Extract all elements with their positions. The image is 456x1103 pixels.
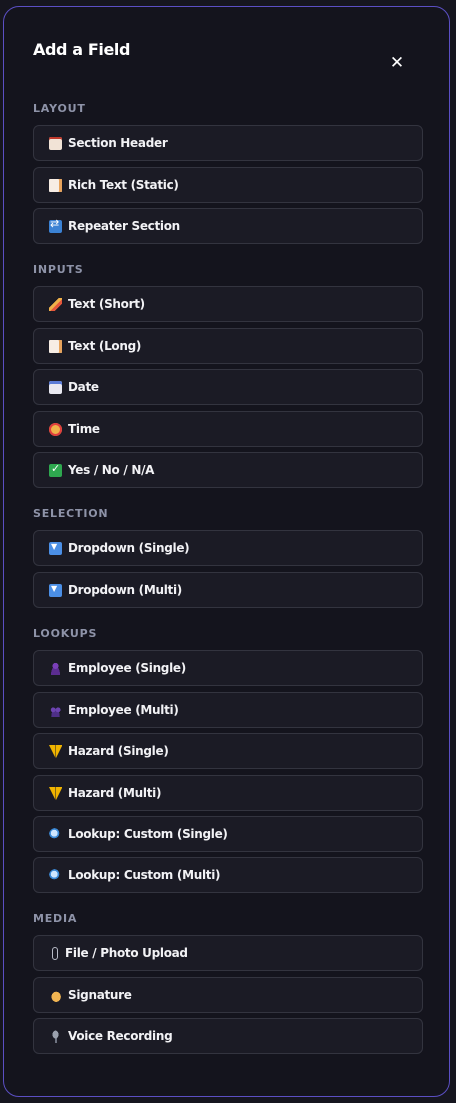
warning-icon <box>49 744 62 758</box>
section-label-layout: LAYOUT <box>33 102 86 115</box>
field-label: Yes / No / N/A <box>68 463 155 477</box>
add-field-panel: Add a Field ✕ LAYOUT Section Header Rich… <box>3 6 450 1097</box>
rich-text-icon <box>49 178 62 192</box>
field-label: Section Header <box>68 136 168 150</box>
field-dropdown-multi-button[interactable]: Dropdown (Multi) <box>33 572 423 608</box>
field-label: Date <box>68 380 99 394</box>
field-hazard-multi-button[interactable]: Hazard (Multi) <box>33 775 423 811</box>
field-label: Rich Text (Static) <box>68 178 179 192</box>
field-label: Signature <box>68 988 132 1002</box>
field-rich-text-button[interactable]: Rich Text (Static) <box>33 167 423 203</box>
dropdown-icon <box>49 541 62 555</box>
field-hazard-single-button[interactable]: Hazard (Single) <box>33 733 423 769</box>
field-section-header-button[interactable]: Section Header <box>33 125 423 161</box>
pencil-icon <box>49 297 62 311</box>
field-lookup-custom-multi-button[interactable]: Lookup: Custom (Multi) <box>33 857 423 893</box>
section-label-inputs: INPUTS <box>33 263 84 276</box>
dropdown-icon <box>49 583 62 597</box>
field-label: Employee (Single) <box>68 661 186 675</box>
paperclip-icon <box>52 946 58 960</box>
person-icon <box>49 661 62 675</box>
magnifier-icon <box>49 827 62 841</box>
field-label: Employee (Multi) <box>68 703 179 717</box>
field-label: Hazard (Single) <box>68 744 169 758</box>
field-label: Dropdown (Multi) <box>68 583 182 597</box>
field-label: Time <box>68 422 100 436</box>
field-yes-no-na-button[interactable]: Yes / No / N/A <box>33 452 423 488</box>
field-employee-single-button[interactable]: Employee (Single) <box>33 650 423 686</box>
field-label: Voice Recording <box>68 1029 173 1043</box>
calendar-icon <box>49 380 62 394</box>
field-repeater-section-button[interactable]: Repeater Section <box>33 208 423 244</box>
repeat-icon <box>49 217 62 233</box>
panel-title: Add a Field <box>33 40 131 59</box>
field-voice-recording-button[interactable]: Voice Recording <box>33 1018 423 1054</box>
field-label: Text (Long) <box>68 339 142 353</box>
microphone-icon <box>49 1029 62 1043</box>
memo-icon <box>49 339 62 353</box>
alarm-clock-icon <box>49 422 62 436</box>
field-lookup-custom-single-button[interactable]: Lookup: Custom (Single) <box>33 816 423 852</box>
field-time-button[interactable]: Time <box>33 411 423 447</box>
field-employee-multi-button[interactable]: Employee (Multi) <box>33 692 423 728</box>
field-label: Text (Short) <box>68 297 145 311</box>
field-label: Lookup: Custom (Multi) <box>68 868 221 882</box>
field-label: Dropdown (Single) <box>68 541 190 555</box>
field-dropdown-single-button[interactable]: Dropdown (Single) <box>33 530 423 566</box>
checkmark-icon <box>49 462 62 477</box>
field-signature-button[interactable]: Signature <box>33 977 423 1013</box>
section-label-lookups: LOOKUPS <box>33 627 98 640</box>
field-label: Repeater Section <box>68 219 180 233</box>
field-text-short-button[interactable]: Text (Short) <box>33 286 423 322</box>
field-file-photo-upload-button[interactable]: File / Photo Upload <box>33 935 423 971</box>
field-text-long-button[interactable]: Text (Long) <box>33 328 423 364</box>
field-label: Hazard (Multi) <box>68 786 162 800</box>
section-header-icon <box>49 136 62 150</box>
people-icon <box>49 703 62 717</box>
warning-icon <box>49 786 62 800</box>
section-label-selection: SELECTION <box>33 507 109 520</box>
field-date-button[interactable]: Date <box>33 369 423 405</box>
close-icon[interactable]: ✕ <box>386 52 408 74</box>
field-label: Lookup: Custom (Single) <box>68 827 228 841</box>
magnifier-icon <box>49 868 62 882</box>
field-label: File / Photo Upload <box>65 946 188 960</box>
writing-hand-icon <box>49 988 62 1002</box>
section-label-media: MEDIA <box>33 912 78 925</box>
